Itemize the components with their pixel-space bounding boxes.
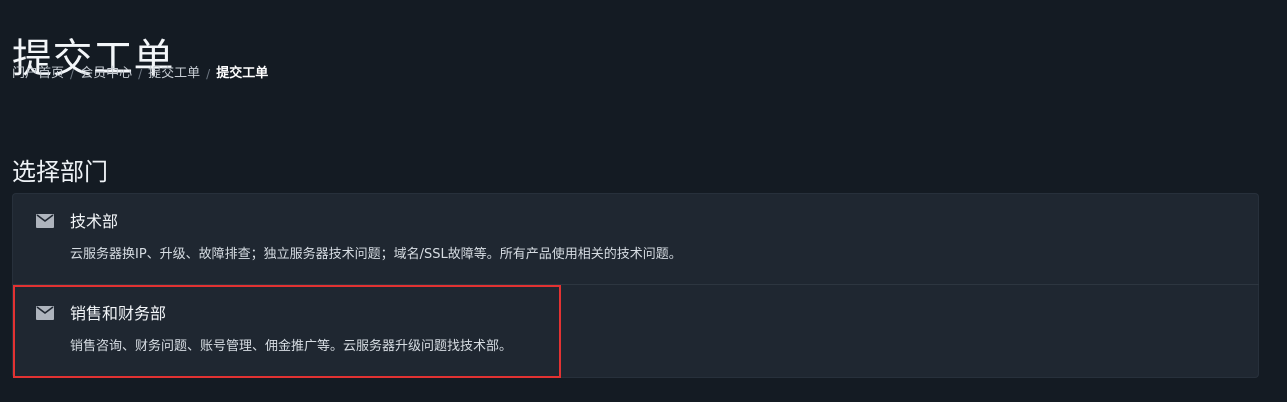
department-name: 技术部 <box>70 212 119 231</box>
department-list: 技术部 云服务器换IP、升级、故障排查；独立服务器技术问题；域名/SSL故障等。… <box>12 193 1259 378</box>
breadcrumb-separator: / <box>206 67 211 81</box>
breadcrumb-separator: / <box>70 67 75 81</box>
department-item-technical[interactable]: 技术部 云服务器换IP、升级、故障排查；独立服务器技术问题；域名/SSL故障等。… <box>12 193 1259 285</box>
mail-icon <box>36 306 54 320</box>
department-description: 云服务器换IP、升级、故障排查；独立服务器技术问题；域名/SSL故障等。所有产品… <box>70 247 682 262</box>
breadcrumb-item-portal-home[interactable]: 门户首页 <box>12 65 64 83</box>
department-item-sales-finance[interactable]: 销售和财务部 销售咨询、财务问题、账号管理、佣金推广等。云服务器升级问题找技术部… <box>12 285 1259 378</box>
section-title: 选择部门 <box>12 157 108 186</box>
submit-ticket-page: 提交工单 门户首页 / 会员中心 / 提交工单 / 提交工单 选择部门 技术部 … <box>0 0 1287 402</box>
mail-icon <box>36 214 54 228</box>
breadcrumb: 门户首页 / 会员中心 / 提交工单 / 提交工单 <box>12 65 268 83</box>
breadcrumb-item-submit-ticket[interactable]: 提交工单 <box>148 65 200 83</box>
breadcrumb-separator: / <box>138 67 143 81</box>
breadcrumb-item-member-center[interactable]: 会员中心 <box>80 65 132 83</box>
breadcrumb-item-current: 提交工单 <box>216 66 269 81</box>
department-description: 销售咨询、财务问题、账号管理、佣金推广等。云服务器升级问题找技术部。 <box>70 339 513 354</box>
department-name: 销售和财务部 <box>70 304 167 323</box>
